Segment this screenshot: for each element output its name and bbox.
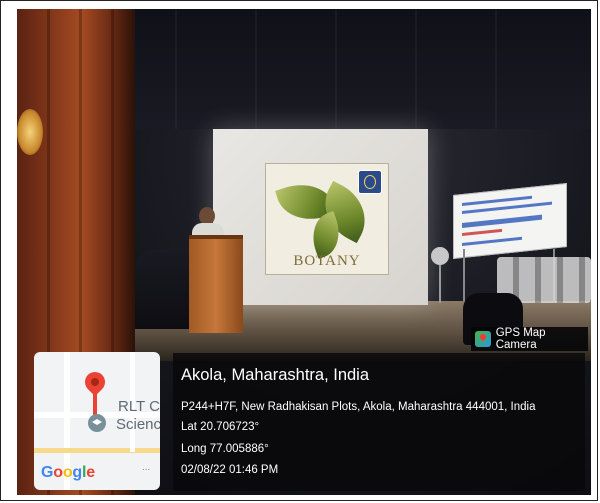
- gps-map-camera-icon: [475, 331, 491, 347]
- latitude-value: Lat 20.706723°: [181, 421, 260, 433]
- pedestal-fan: [431, 247, 449, 265]
- banner-text-line: [462, 236, 522, 247]
- longitude-value: Long 77.005886°: [181, 443, 269, 455]
- curtain-pleat: [335, 9, 337, 129]
- banner-text-line: [462, 214, 542, 229]
- curtain-pleat: [255, 9, 257, 129]
- event-banner: [453, 183, 567, 259]
- curtain-pleat: [415, 9, 417, 129]
- badge-label: GPS Map Camera: [495, 327, 546, 351]
- slide-title: BOTANY: [293, 253, 361, 269]
- google-logo-letter: G: [41, 464, 54, 481]
- college-logo-icon: [358, 170, 382, 194]
- curtain-pleat: [175, 9, 177, 129]
- audience-silhouette: [135, 249, 195, 329]
- projector-screen: BOTANY: [213, 129, 428, 305]
- gps-map-camera-badge: GPS Map Camera: [471, 327, 588, 351]
- podium: [189, 235, 243, 333]
- curtain-pleat: [495, 9, 497, 129]
- banner-text-line: [462, 228, 502, 237]
- back-curtain: [135, 9, 591, 129]
- graduation-cap-icon: [88, 414, 106, 432]
- location-title: Akola, Maharashtra, India: [181, 366, 370, 384]
- google-logo: Google: [41, 464, 95, 482]
- fan-stand: [439, 265, 441, 303]
- timestamp-value: 02/08/22 01:46 PM: [181, 464, 279, 476]
- map-thumbnail: RLT Co Scienc Google ...: [34, 352, 160, 490]
- google-logo-letter: o: [62, 464, 73, 481]
- presentation-slide: BOTANY: [265, 163, 389, 275]
- map-more-indicator: ...: [142, 462, 151, 473]
- google-logo-letter: e: [86, 464, 95, 481]
- location-address: P244+H7F, New Radhakisan Plots, Akola, M…: [181, 401, 536, 413]
- map-road: [34, 448, 160, 453]
- map-pin-icon: [93, 390, 97, 416]
- google-logo-letter: o: [53, 464, 63, 481]
- banner-stand: [463, 249, 465, 301]
- wall-light: [17, 109, 43, 155]
- map-place-label: RLT Co: [118, 398, 160, 415]
- map-place-label: Scienc: [116, 416, 160, 433]
- location-info-panel: Akola, Maharashtra, India P244+H7F, New …: [173, 353, 585, 491]
- google-logo-letter: g: [72, 464, 82, 481]
- image-frame: BOTANY GPS Map Camera RLT Co Scienc: [0, 0, 598, 501]
